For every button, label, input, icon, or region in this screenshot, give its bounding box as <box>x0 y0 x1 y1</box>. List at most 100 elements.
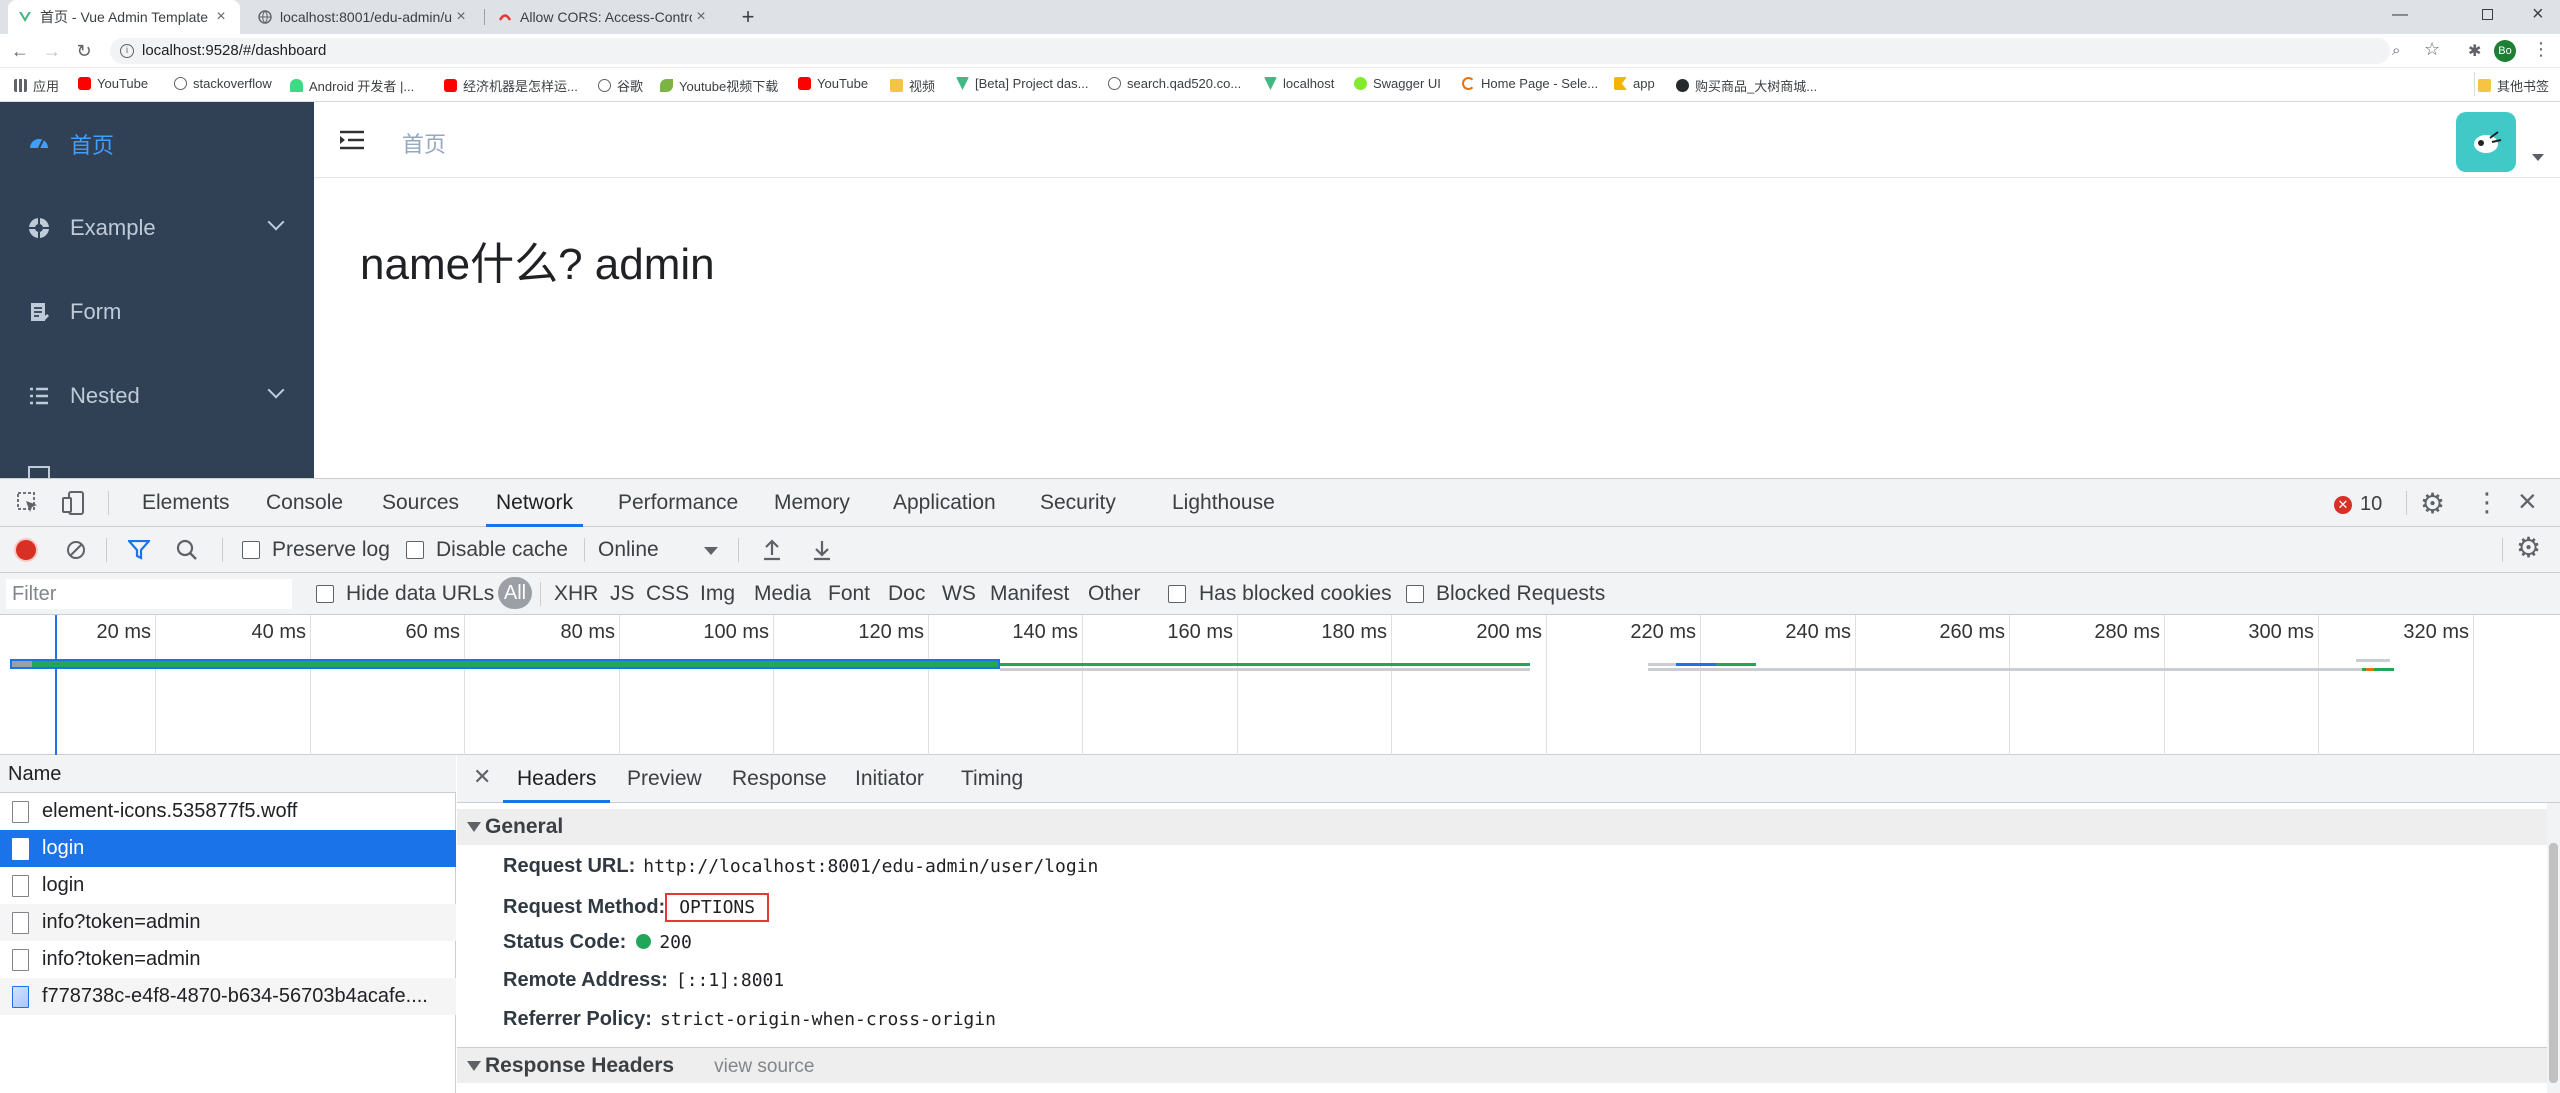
tab-memory[interactable]: Memory <box>774 479 850 527</box>
bookmark-item[interactable]: app <box>1614 76 1655 91</box>
filter-type-all[interactable]: All <box>498 577 532 609</box>
tab-elements[interactable]: Elements <box>142 479 230 527</box>
dropdown-arrow-icon[interactable] <box>704 547 718 555</box>
filter-type-media[interactable]: Media <box>754 582 811 606</box>
response-headers-section-header[interactable]: Response Headers view source <box>457 1047 2547 1083</box>
tab-response[interactable]: Response <box>732 755 827 803</box>
reload-icon[interactable]: ↻ <box>74 41 94 61</box>
request-row[interactable]: info?token=admin <box>0 941 456 978</box>
request-row[interactable]: login <box>0 867 456 904</box>
bookmark-item[interactable]: search.qad520.co... <box>1108 76 1241 91</box>
filter-type-font[interactable]: Font <box>828 582 870 606</box>
sidebar-item-dashboard[interactable]: 首页 <box>0 102 314 186</box>
zoom-icon[interactable]: ⌕ <box>2392 42 2400 59</box>
bookmark-item[interactable]: 视频 <box>890 76 935 95</box>
filter-type-ws[interactable]: WS <box>942 582 976 606</box>
inspect-element-icon[interactable] <box>16 491 40 515</box>
window-close-icon[interactable]: × <box>2532 3 2544 26</box>
error-counter[interactable]: ✕ 10 <box>2334 493 2382 516</box>
close-icon[interactable]: × <box>212 8 230 26</box>
hamburger-icon[interactable] <box>340 130 364 150</box>
menu-icon[interactable]: ⋮ <box>2532 39 2550 60</box>
bookmark-item[interactable]: 应用 <box>14 76 59 95</box>
hide-data-urls-checkbox[interactable] <box>316 585 334 603</box>
filter-type-css[interactable]: CSS <box>646 582 689 606</box>
back-icon[interactable]: ← <box>10 41 30 61</box>
export-har-icon[interactable] <box>812 538 832 562</box>
info-icon[interactable]: i <box>120 44 134 58</box>
bookmark-item[interactable]: 经济机器是怎样运... <box>444 76 578 95</box>
bookmark-item[interactable]: 谷歌 <box>598 76 643 95</box>
maximize-icon[interactable] <box>2482 9 2493 20</box>
filter-type-doc[interactable]: Doc <box>888 582 925 606</box>
request-row[interactable]: element-icons.535877f5.woff <box>0 793 456 830</box>
filter-icon[interactable] <box>126 539 152 560</box>
tab-sources[interactable]: Sources <box>382 479 459 527</box>
bookmark-item[interactable]: Swagger UI <box>1354 76 1441 91</box>
tab-initiator[interactable]: Initiator <box>855 755 924 803</box>
filter-type-xhr[interactable]: XHR <box>554 582 598 606</box>
general-section-header[interactable]: General <box>457 809 2547 845</box>
throttle-select[interactable]: Online <box>598 538 659 562</box>
disable-cache-checkbox[interactable] <box>406 541 424 559</box>
tab-console[interactable]: Console <box>266 479 343 527</box>
filter-type-img[interactable]: Img <box>700 582 735 606</box>
extensions-icon[interactable]: ✱ <box>2468 41 2481 61</box>
bookmark-item[interactable]: stackoverflow <box>174 76 272 91</box>
request-row-selected[interactable]: login <box>0 830 456 867</box>
tab-lighthouse[interactable]: Lighthouse <box>1172 479 1275 527</box>
other-bookmarks[interactable]: 其他书签 <box>2478 76 2549 95</box>
tab-security[interactable]: Security <box>1040 479 1116 527</box>
avatar[interactable] <box>2456 112 2516 172</box>
bookmark-item[interactable]: Home Page - Sele... <box>1462 76 1598 91</box>
tab-headers[interactable]: Headers <box>502 755 611 803</box>
network-settings-icon[interactable]: ⚙ <box>2516 531 2541 564</box>
filter-type-js[interactable]: JS <box>610 582 635 606</box>
scrollbar-thumb[interactable] <box>2549 843 2558 1083</box>
filter-input[interactable]: Filter <box>6 579 292 609</box>
close-icon[interactable]: × <box>452 8 470 26</box>
browser-tab[interactable]: localhost:8001/edu-admin/user/login × <box>248 0 480 34</box>
sidebar-item-example[interactable]: Example <box>0 186 314 270</box>
device-toolbar-icon[interactable] <box>60 489 88 517</box>
star-icon[interactable]: ☆ <box>2424 39 2440 60</box>
bookmark-item[interactable]: [Beta] Project das... <box>956 76 1088 91</box>
new-tab-button[interactable]: + <box>736 4 760 30</box>
filter-type-other[interactable]: Other <box>1088 582 1141 606</box>
settings-gear-icon[interactable]: ⚙ <box>2420 487 2445 520</box>
close-details-icon[interactable]: ✕ <box>473 764 491 790</box>
bookmark-item[interactable]: YouTube <box>798 76 868 91</box>
tab-timing[interactable]: Timing <box>961 755 1023 803</box>
profile-avatar[interactable]: Bo <box>2494 40 2516 62</box>
bookmark-item[interactable]: Android 开发者 |... <box>290 76 414 95</box>
clear-icon[interactable] <box>66 540 86 560</box>
preserve-log-checkbox[interactable] <box>242 541 260 559</box>
tab-application[interactable]: Application <box>893 479 996 527</box>
minimize-icon[interactable]: — <box>2392 6 2408 24</box>
name-column-header[interactable]: Name <box>0 755 456 793</box>
browser-tab[interactable]: Allow CORS: Access-Control-Allow-Origin … <box>488 0 720 34</box>
browser-tab-active[interactable]: 首页 - Vue Admin Template × <box>8 0 240 34</box>
import-har-icon[interactable] <box>762 538 782 562</box>
request-row[interactable]: info?token=admin <box>0 904 456 941</box>
tab-preview[interactable]: Preview <box>627 755 702 803</box>
record-icon[interactable] <box>16 540 36 560</box>
caret-down-icon[interactable] <box>2532 154 2544 161</box>
close-icon[interactable]: × <box>692 8 710 26</box>
more-options-icon[interactable]: ⋮ <box>2474 487 2500 518</box>
search-icon[interactable] <box>176 539 198 561</box>
bookmark-item[interactable]: 购买商品_大树商城... <box>1676 76 1817 95</box>
bookmark-item[interactable]: Youtube视频下载 <box>660 76 778 95</box>
has-blocked-cookies-checkbox[interactable] <box>1168 585 1186 603</box>
blocked-requests-checkbox[interactable] <box>1406 585 1424 603</box>
forward-icon[interactable]: → <box>42 41 62 61</box>
tab-performance[interactable]: Performance <box>618 479 738 527</box>
close-devtools-icon[interactable]: × <box>2518 483 2537 520</box>
bookmark-item[interactable]: YouTube <box>78 76 148 91</box>
sidebar-item-form[interactable]: Form <box>0 270 314 354</box>
request-row[interactable]: f778738c-e4f8-4870-b634-56703b4acafe.... <box>0 978 456 1015</box>
sidebar-item-nested[interactable]: Nested <box>0 354 314 438</box>
tab-network[interactable]: Network <box>485 479 584 527</box>
details-scrollbar[interactable] <box>2547 803 2560 1093</box>
filter-type-manifest[interactable]: Manifest <box>990 582 1069 606</box>
